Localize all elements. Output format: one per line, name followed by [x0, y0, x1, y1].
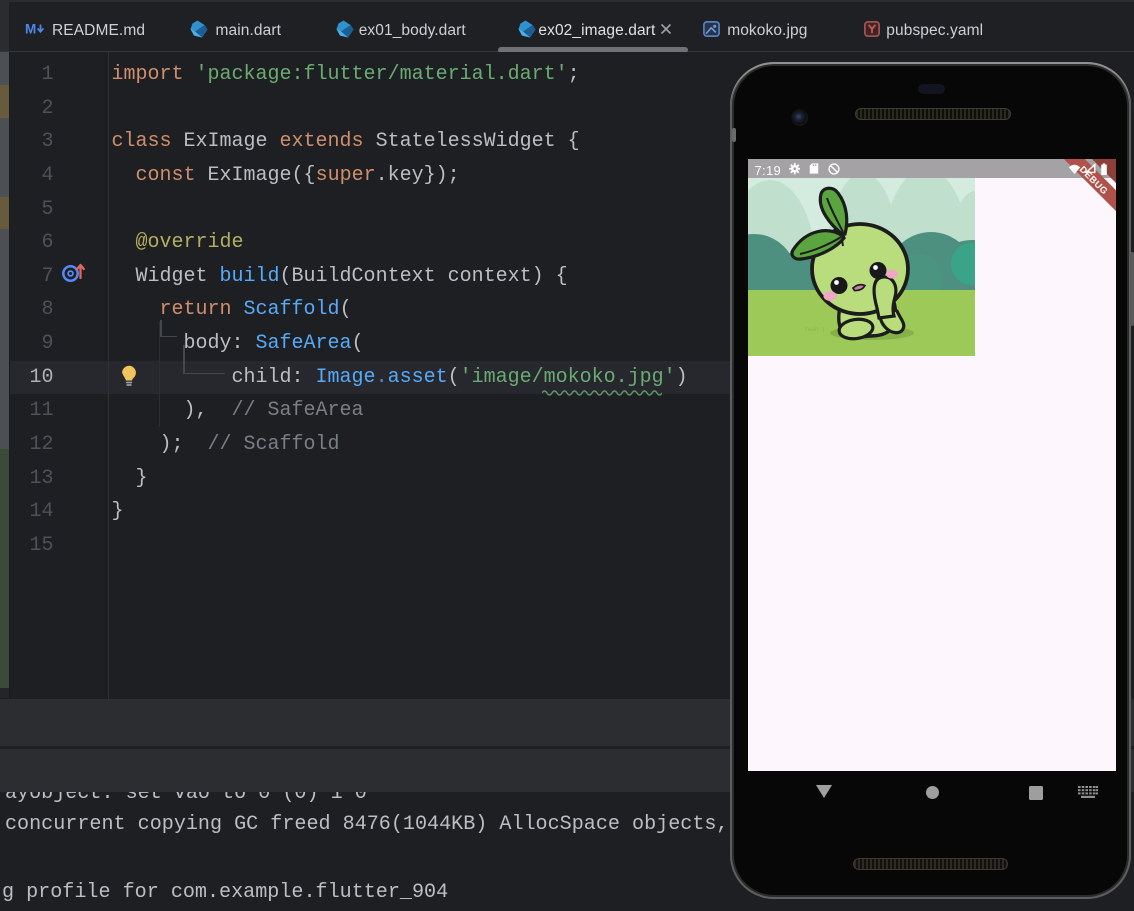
svg-text:M: M — [25, 22, 36, 37]
svg-text:Yeah :): Yeah :) — [804, 326, 824, 333]
